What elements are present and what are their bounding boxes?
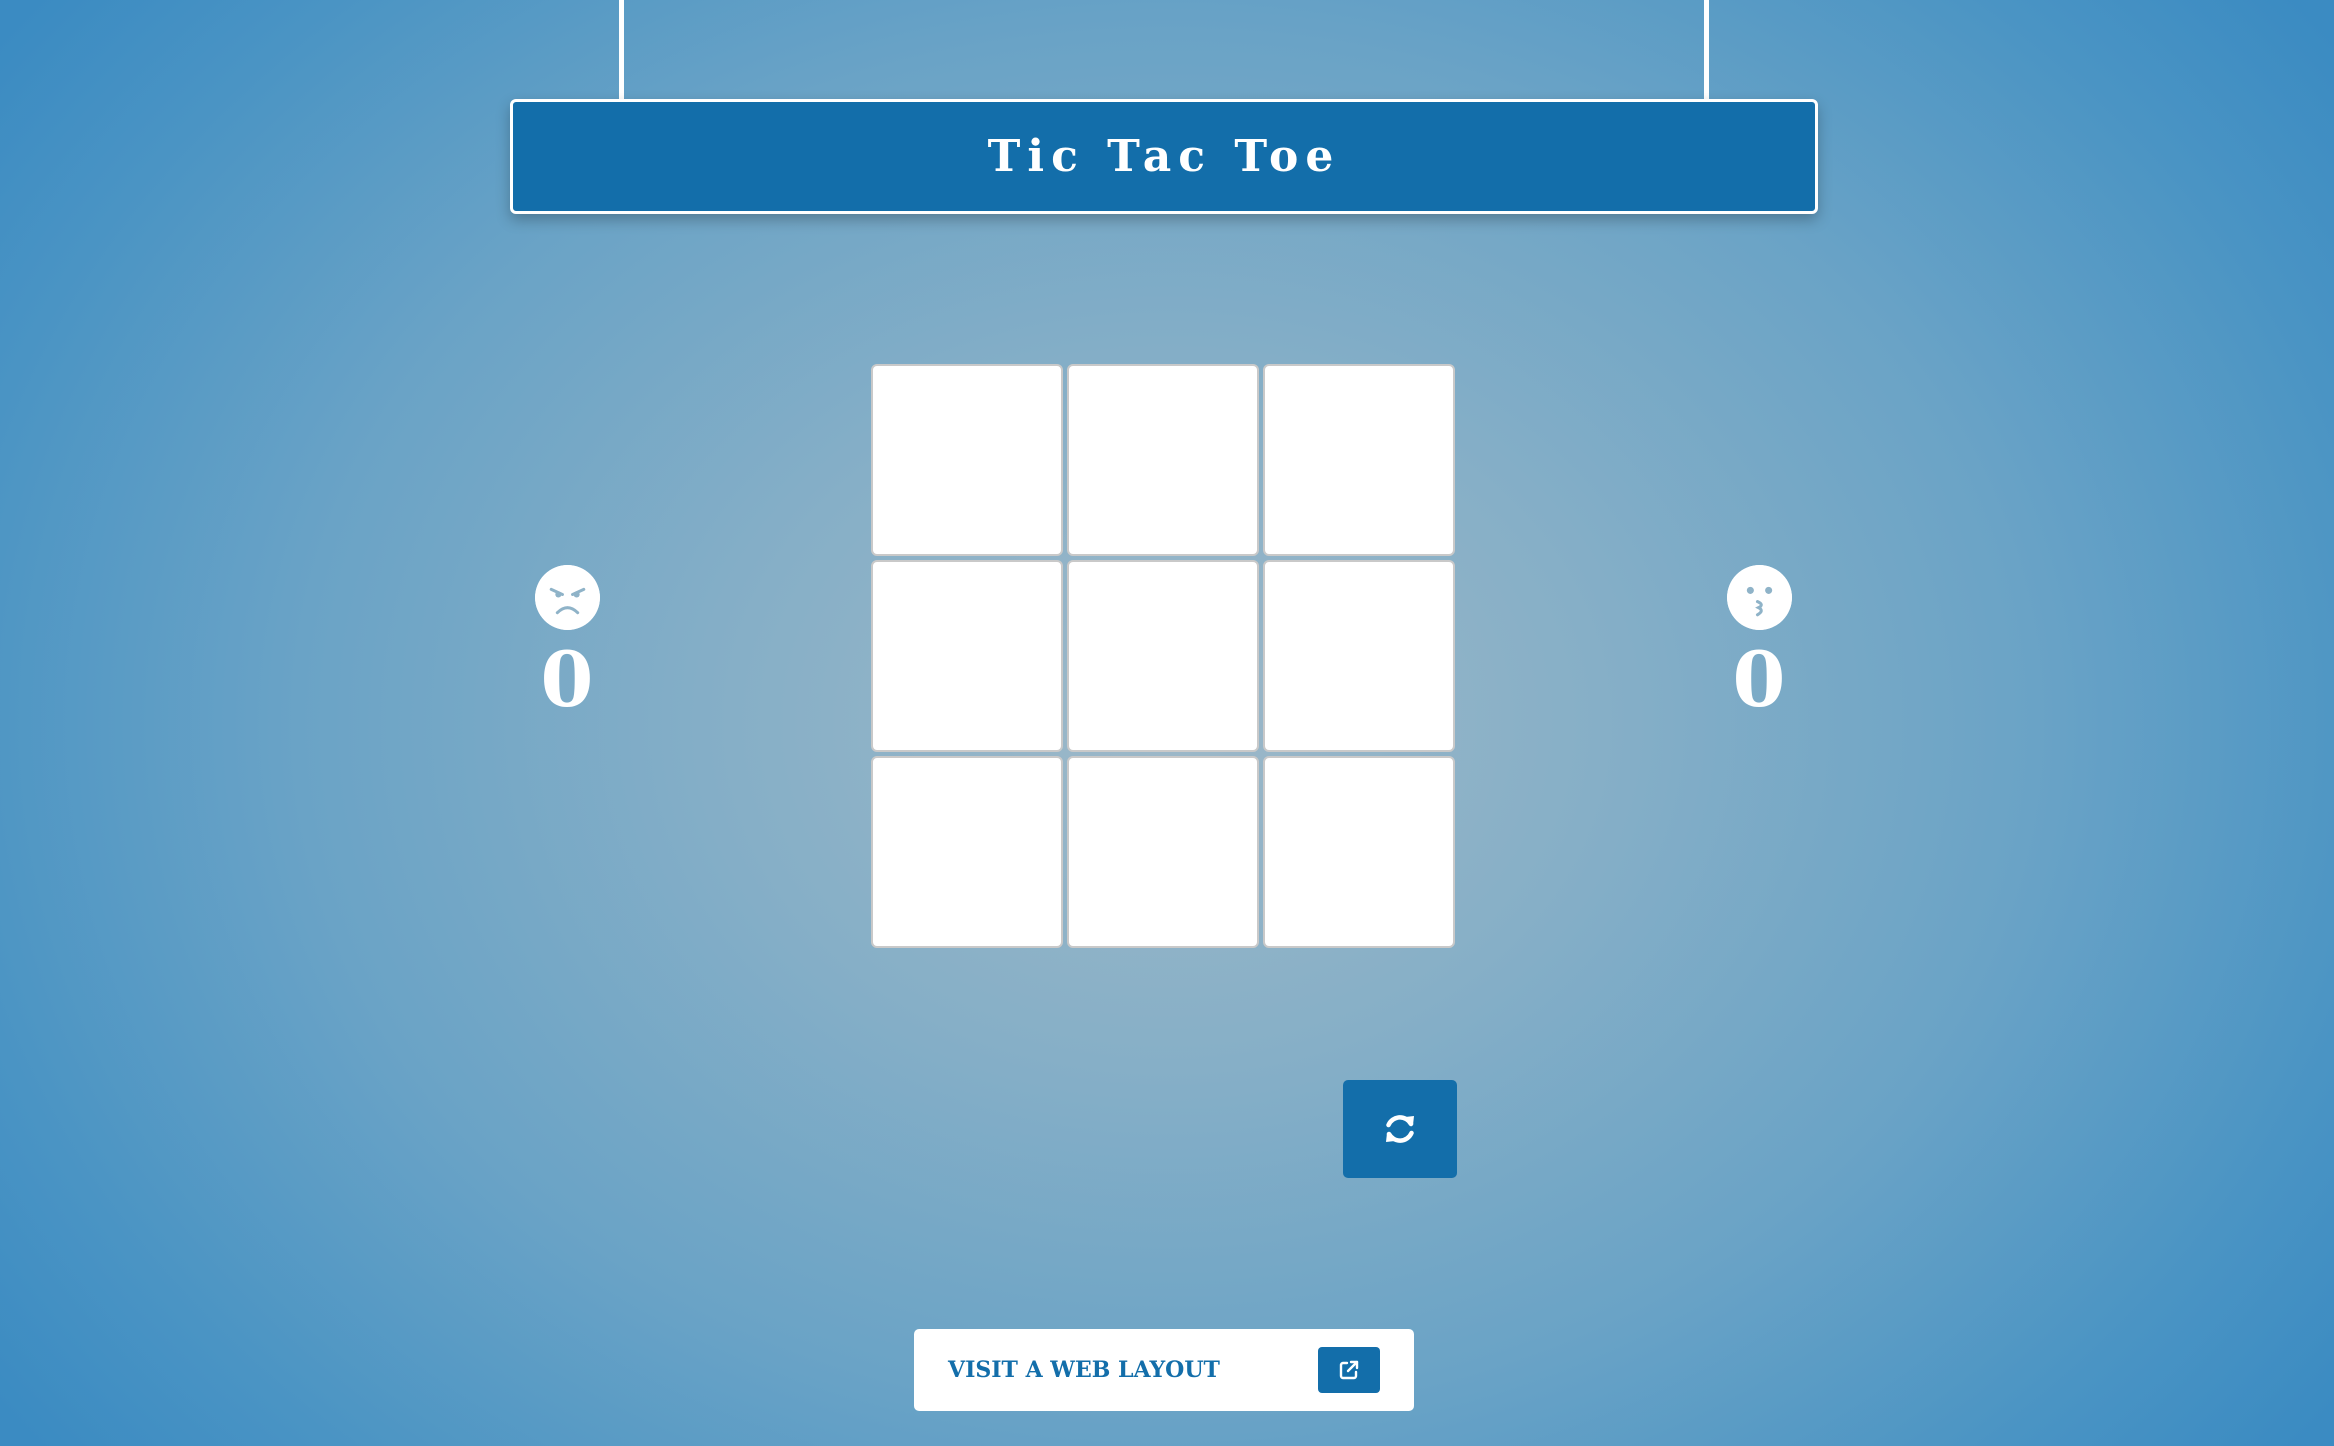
board-cell-8[interactable] — [1067, 756, 1259, 948]
board-cell-4[interactable] — [871, 560, 1063, 752]
page-title: Tic Tac Toe — [987, 131, 1341, 182]
reset-button[interactable] — [1343, 1080, 1457, 1178]
sign-rope-left — [619, 0, 624, 102]
board-cell-5[interactable] — [1067, 560, 1259, 752]
visit-link-icon-box — [1318, 1347, 1380, 1393]
player-one-score: 0 — [540, 635, 594, 724]
sign-rope-right — [1704, 0, 1709, 102]
board-cell-1[interactable] — [871, 364, 1063, 556]
visit-web-layout-link[interactable]: VISIT A WEB LAYOUT — [914, 1329, 1414, 1411]
board-cell-6[interactable] — [1263, 560, 1455, 752]
angry-face-icon — [534, 565, 600, 630]
refresh-icon — [1386, 1115, 1414, 1143]
player-two-score: 0 — [1732, 635, 1786, 724]
game-board — [871, 364, 1457, 950]
player-two-panel: 0 — [1699, 565, 1819, 720]
board-cell-7[interactable] — [871, 756, 1063, 948]
player-one-panel: 0 — [507, 565, 627, 720]
visit-link-label: VISIT A WEB LAYOUT — [948, 1357, 1220, 1383]
board-cell-3[interactable] — [1263, 364, 1455, 556]
title-sign: Tic Tac Toe — [510, 99, 1818, 214]
external-link-icon — [1339, 1360, 1359, 1380]
board-cell-2[interactable] — [1067, 364, 1259, 556]
board-cell-9[interactable] — [1263, 756, 1455, 948]
kissing-face-icon — [1726, 565, 1792, 630]
